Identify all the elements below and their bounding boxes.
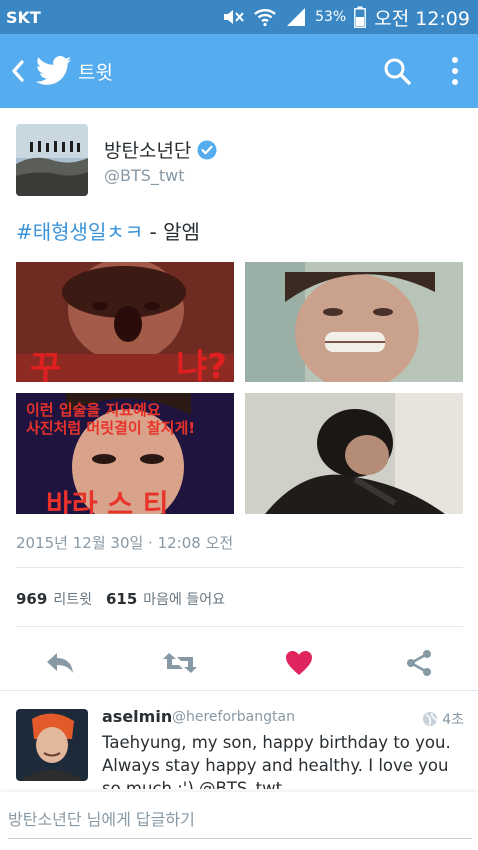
author-handle[interactable]: @BTS_twt bbox=[104, 166, 185, 185]
app-bar: 트윗 bbox=[0, 34, 478, 108]
photo-2-image bbox=[245, 262, 463, 382]
status-icons: 53% 오전 12:09 bbox=[221, 4, 470, 31]
heart-icon bbox=[286, 651, 312, 675]
svg-text:바라 스 티: 바라 스 티 bbox=[46, 488, 169, 514]
reply-meta: 4초 bbox=[422, 709, 464, 729]
tweet-text: #태형생일ㅊㅋ - 알엠 bbox=[16, 216, 200, 245]
retweet-icon bbox=[163, 653, 197, 673]
carrier-label: SKT bbox=[6, 7, 41, 27]
reply-avatar-image bbox=[16, 709, 88, 781]
reply-time: 4초 bbox=[442, 712, 464, 728]
reply-composer bbox=[0, 792, 478, 850]
search-button[interactable] bbox=[378, 52, 416, 90]
clock: 오전 12:09 bbox=[374, 7, 470, 30]
divider bbox=[16, 626, 463, 627]
retweet-count-link[interactable]: 969 리트윗 bbox=[16, 589, 92, 609]
svg-text:사진처럼 머릿결이 찰지게!: 사진처럼 머릿결이 찰지게! bbox=[26, 419, 195, 437]
retweet-button[interactable] bbox=[155, 638, 205, 688]
svg-text:꾸: 꾸 bbox=[30, 349, 61, 382]
hashtag-link[interactable]: #태형생일ㅊㅋ bbox=[16, 220, 143, 244]
wifi-icon bbox=[254, 9, 276, 27]
signal-icon bbox=[287, 8, 306, 26]
photo-1[interactable]: 꾸 냐? bbox=[16, 262, 234, 382]
tweet-text-suffix: - 알엠 bbox=[143, 220, 200, 244]
author-avatar[interactable] bbox=[16, 124, 88, 196]
like-count-link[interactable]: 615 마음에 들어요 bbox=[106, 589, 225, 609]
tweet-timestamp: 2015년 12월 30일 · 12:08 오전 bbox=[16, 534, 234, 552]
like-count-label: 마음에 들어요 bbox=[143, 592, 225, 608]
reply-tweet[interactable]: aselmin @hereforbangtan 4초 Taehyung, my … bbox=[0, 690, 478, 791]
photo-2[interactable] bbox=[245, 262, 463, 382]
status-bar: SKT 53% 오전 12:09 bbox=[0, 0, 478, 34]
reply-button[interactable] bbox=[35, 638, 85, 688]
retweet-count-label: 리트윗 bbox=[53, 592, 92, 608]
reply-author-name[interactable]: aselmin bbox=[102, 707, 172, 726]
battery-icon bbox=[354, 6, 367, 28]
engagement-counts: 969 리트윗 615 마음에 들어요 bbox=[16, 589, 225, 609]
author-name-text: 방탄소년단 bbox=[104, 140, 192, 162]
more-vertical-icon bbox=[452, 57, 458, 85]
reply-avatar[interactable] bbox=[16, 709, 88, 781]
svg-text:냐?: 냐? bbox=[176, 347, 227, 382]
reply-text: Taehyung, my son, happy birthday to you.… bbox=[102, 733, 451, 789]
twitter-bird-icon bbox=[36, 56, 72, 85]
chevron-left-icon bbox=[12, 60, 24, 82]
reply-author-handle[interactable]: @hereforbangtan bbox=[172, 709, 295, 725]
photo-4-image bbox=[245, 393, 463, 514]
svg-text:이런 입술을 지요예요: 이런 입술을 지요예요 bbox=[26, 401, 161, 419]
share-icon bbox=[407, 650, 431, 676]
back-button[interactable] bbox=[0, 34, 36, 108]
author-name[interactable]: 방탄소년단 bbox=[104, 136, 217, 163]
verified-badge-icon bbox=[197, 140, 217, 159]
avatar-image bbox=[16, 124, 88, 196]
like-button[interactable] bbox=[274, 638, 324, 688]
photo-1-image: 꾸 냐? bbox=[16, 262, 234, 382]
reply-icon bbox=[47, 653, 73, 673]
tweet-actions bbox=[0, 638, 478, 688]
photo-3[interactable]: 이런 입술을 지요예요 사진처럼 머릿결이 찰지게! 바라 스 티 bbox=[16, 393, 234, 514]
like-count: 615 bbox=[105, 590, 138, 608]
search-icon bbox=[384, 58, 411, 85]
reply-input[interactable] bbox=[8, 800, 472, 839]
photo-grid: 꾸 냐? 이런 입술을 지요예요 사진처럼 머릿결이 찰지게! 바라 스 티 bbox=[16, 262, 463, 514]
battery-percent: 53% bbox=[315, 9, 347, 25]
share-button[interactable] bbox=[394, 638, 444, 688]
divider bbox=[16, 567, 463, 568]
page-title: 트윗 bbox=[78, 61, 113, 84]
retweet-count: 969 bbox=[16, 590, 48, 608]
globe-icon bbox=[423, 712, 438, 726]
mute-icon bbox=[224, 10, 244, 24]
photo-3-image: 이런 입술을 지요예요 사진처럼 머릿결이 찰지게! 바라 스 티 bbox=[16, 393, 234, 514]
more-options-button[interactable] bbox=[440, 52, 470, 90]
photo-4[interactable] bbox=[245, 393, 463, 514]
